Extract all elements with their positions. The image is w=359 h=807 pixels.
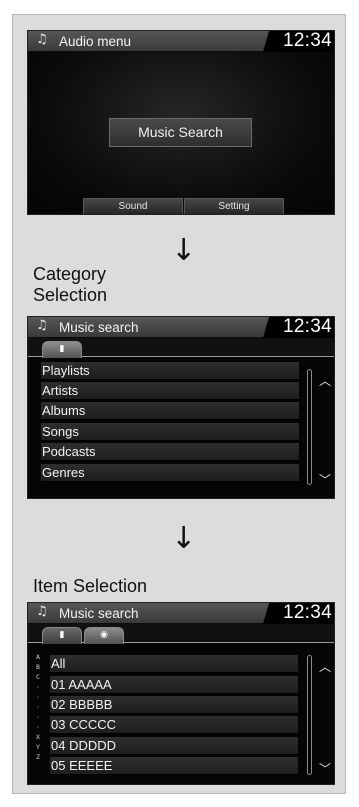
list-item[interactable]: 02 BBBBB <box>50 696 298 714</box>
clock: 12:34 <box>272 317 334 338</box>
scroll-up-icon[interactable]: ︿ <box>318 658 332 675</box>
alpha-letter: · <box>36 723 40 731</box>
alpha-letter: Z <box>36 753 40 761</box>
arrow-down-icon: ↓ <box>171 521 197 556</box>
category-selection-screen: ♫ Music search 12:34 ▮ Playlists Artists… <box>27 316 335 499</box>
clock-time: 12:34 <box>282 30 332 51</box>
disc-tab[interactable]: ◉ <box>84 627 124 644</box>
clock: 12:34 <box>272 31 334 52</box>
list-item-songs[interactable]: Songs <box>41 423 299 441</box>
music-note-icon: ♫ <box>36 604 48 619</box>
music-note-icon: ♫ <box>36 32 48 47</box>
alpha-letter: · <box>36 703 40 711</box>
list-item-playlists[interactable]: Playlists <box>41 362 299 380</box>
list-item[interactable]: 05 EEEEE <box>50 757 298 775</box>
clock-time: 12:34 <box>282 602 332 623</box>
alpha-letter: X <box>36 733 40 741</box>
scroll-down-icon[interactable]: ﹀ <box>318 471 332 488</box>
screen-title: Music search <box>59 320 139 335</box>
disc-icon: ◉ <box>100 630 108 640</box>
setting-button[interactable]: Setting <box>184 198 284 214</box>
alpha-letter: · <box>36 713 40 721</box>
scroll-down-icon[interactable]: ﹀ <box>318 760 332 777</box>
screen-title: Music search <box>59 606 139 621</box>
clock: 12:34 <box>272 603 334 624</box>
device-tab[interactable]: ▮ <box>42 627 82 644</box>
scrollbar[interactable] <box>307 655 312 775</box>
list-item-genres[interactable]: Genres <box>41 464 299 482</box>
alpha-letter: · <box>36 693 40 701</box>
list-item-all[interactable]: All <box>50 655 298 673</box>
list-item[interactable]: 03 CCCCC <box>50 716 298 734</box>
list-item[interactable]: 01 AAAAA <box>50 676 298 694</box>
alpha-letter: B <box>36 663 40 671</box>
screen-title: Audio menu <box>59 34 132 49</box>
tab-row: ▮ ◉ <box>28 624 334 644</box>
caption-line: Selection <box>33 285 108 305</box>
alpha-letter: A <box>36 653 40 661</box>
device-icon: ▮ <box>59 344 65 354</box>
list-item[interactable]: 04 DDDDD <box>50 737 298 755</box>
sound-button[interactable]: Sound <box>83 198 183 214</box>
item-selection-screen: ♫ Music search 12:34 ▮ ◉ A B C · · · · ·… <box>27 602 335 785</box>
category-selection-caption: Category Selection <box>33 264 107 306</box>
alpha-letter: · <box>36 683 40 691</box>
bottom-button-bar: Sound Setting <box>83 198 284 214</box>
caption-line: Category <box>33 264 107 284</box>
scroll-up-icon[interactable]: ︿ <box>318 372 332 389</box>
clock-time: 12:34 <box>282 316 332 337</box>
alpha-letter: C <box>36 673 40 681</box>
list-item-podcasts[interactable]: Podcasts <box>41 443 299 461</box>
alpha-letter: Y <box>36 743 40 751</box>
alphabet-index[interactable]: A B C · · · · · X Y Z <box>34 652 42 762</box>
item-selection-caption: Item Selection <box>33 576 148 596</box>
device-icon: ▮ <box>59 630 65 640</box>
music-search-button[interactable]: Music Search <box>109 118 252 147</box>
list-item-artists[interactable]: Artists <box>41 382 299 400</box>
music-note-icon: ♫ <box>36 318 48 333</box>
tab-row: ▮ <box>28 338 334 358</box>
device-tab[interactable]: ▮ <box>42 341 82 358</box>
list-item-albums[interactable]: Albums <box>41 402 299 420</box>
audio-menu-screen: ♫ Audio menu 12:34 Music Search Sound Se… <box>27 30 335 215</box>
scrollbar[interactable] <box>307 369 312 485</box>
arrow-down-icon: ↓ <box>171 233 197 268</box>
